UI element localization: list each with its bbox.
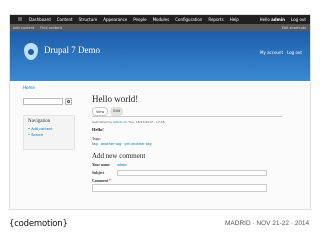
greeting: Hello admin (259, 17, 286, 22)
tags-list: tag another tag yet another tag (92, 142, 292, 146)
add-comment-heading: Add new comment (92, 152, 146, 160)
my-account-link[interactable]: My account (260, 50, 283, 55)
your-name-label: Your name (92, 163, 110, 167)
tag-link[interactable]: another tag (101, 142, 122, 146)
navigation-title: Navigation (28, 119, 51, 124)
shortcut-find-content[interactable]: Find content (40, 26, 62, 30)
subject-label: Subject (92, 171, 105, 175)
drupal-logo-icon[interactable] (24, 43, 38, 60)
comment-label: Comment * (92, 179, 111, 183)
admin-menu-appearance[interactable]: Appearance (103, 17, 127, 22)
drupal-screenshot: Dashboard Content Structure Appearance P… (9, 14, 311, 210)
tab-view[interactable]: View (92, 107, 109, 116)
admin-menu-configuration[interactable]: Configuration (175, 17, 202, 22)
admin-menu-structure[interactable]: Structure (79, 17, 98, 22)
subject-row: Subject (92, 170, 292, 176)
tab-edit[interactable]: Edit (110, 107, 124, 116)
username[interactable]: admin (271, 17, 285, 22)
subject-field[interactable] (117, 170, 267, 176)
admin-toolbar: Dashboard Content Structure Appearance P… (10, 15, 310, 24)
page-content: Home Navigation Add content Search Hello… (10, 81, 310, 209)
admin-logout-link[interactable]: Log out (291, 17, 306, 22)
event-caption: MADRID · NOV 21-22 · 2014 (225, 220, 310, 227)
codemotion-logo: {codemotion} (9, 219, 68, 229)
admin-menu-people[interactable]: People (133, 17, 146, 22)
nav-item-search[interactable]: Search (28, 133, 70, 137)
your-name-value[interactable]: admin (117, 163, 127, 167)
search-form (23, 98, 81, 105)
site-header: Drupal 7 Demo My account Log out Home Am… (10, 31, 310, 91)
home-icon[interactable] (18, 17, 22, 21)
admin-menu-dashboard[interactable]: Dashboard (29, 17, 51, 22)
edit-shortcuts-link[interactable]: Edit shortcuts (282, 26, 306, 30)
logout-link[interactable]: Log out (287, 50, 302, 55)
search-button[interactable] (65, 98, 72, 105)
nav-item-add-content[interactable]: Add content (28, 127, 70, 131)
admin-menu-modules[interactable]: Modules (153, 17, 170, 22)
comment-field[interactable] (92, 184, 267, 192)
node-tabs: View Edit (92, 107, 292, 116)
shortcut-bar: Add content Find content Edit shortcuts (10, 24, 310, 31)
admin-menu: Dashboard Content Structure Appearance P… (18, 17, 239, 22)
tag-link[interactable]: yet another tag (124, 142, 151, 146)
search-icon (67, 100, 70, 103)
navigation-block: Navigation Add content Search (23, 115, 75, 150)
required-marker: * (108, 179, 111, 183)
admin-menu-reports[interactable]: Reports (208, 17, 223, 22)
node-body: Hello! (92, 127, 104, 132)
your-name-row: Your name admin (92, 163, 292, 167)
page-title: Hello world! (92, 94, 139, 104)
secondary-menu: My account Log out (260, 50, 302, 55)
tag-link[interactable]: tag (92, 142, 98, 146)
breadcrumb[interactable]: Home (23, 85, 35, 90)
tabs-divider (92, 116, 282, 117)
admin-user-area: Hello admin Log out (260, 17, 306, 22)
sidebar: Navigation Add content Search (23, 98, 81, 208)
search-input[interactable] (23, 98, 63, 105)
admin-menu-content[interactable]: Content (57, 17, 73, 22)
submitted-info: Submitted by admin on Thu, 08/23/2012 - … (92, 120, 165, 124)
site-name[interactable]: Drupal 7 Demo (44, 45, 100, 55)
admin-menu-help[interactable]: Help (230, 17, 239, 22)
author-link[interactable]: admin (113, 120, 122, 124)
shortcut-add-content[interactable]: Add content (13, 26, 34, 30)
main-content: Hello world! View Edit Submitted by admi… (92, 94, 292, 192)
tags-label: Tags: (92, 137, 101, 141)
